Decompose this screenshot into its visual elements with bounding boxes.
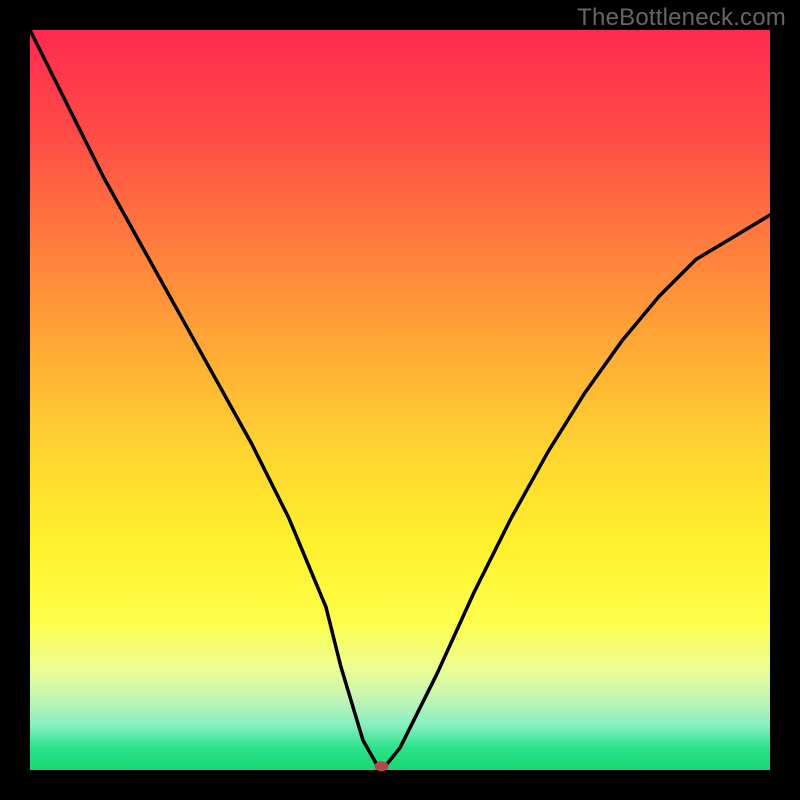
watermark-text: TheBottleneck.com [577, 4, 786, 32]
chart-svg [30, 30, 770, 770]
plot-area [30, 30, 770, 770]
bottleneck-curve [30, 30, 770, 766]
chart-frame: TheBottleneck.com [0, 0, 800, 800]
min-marker [375, 761, 389, 771]
